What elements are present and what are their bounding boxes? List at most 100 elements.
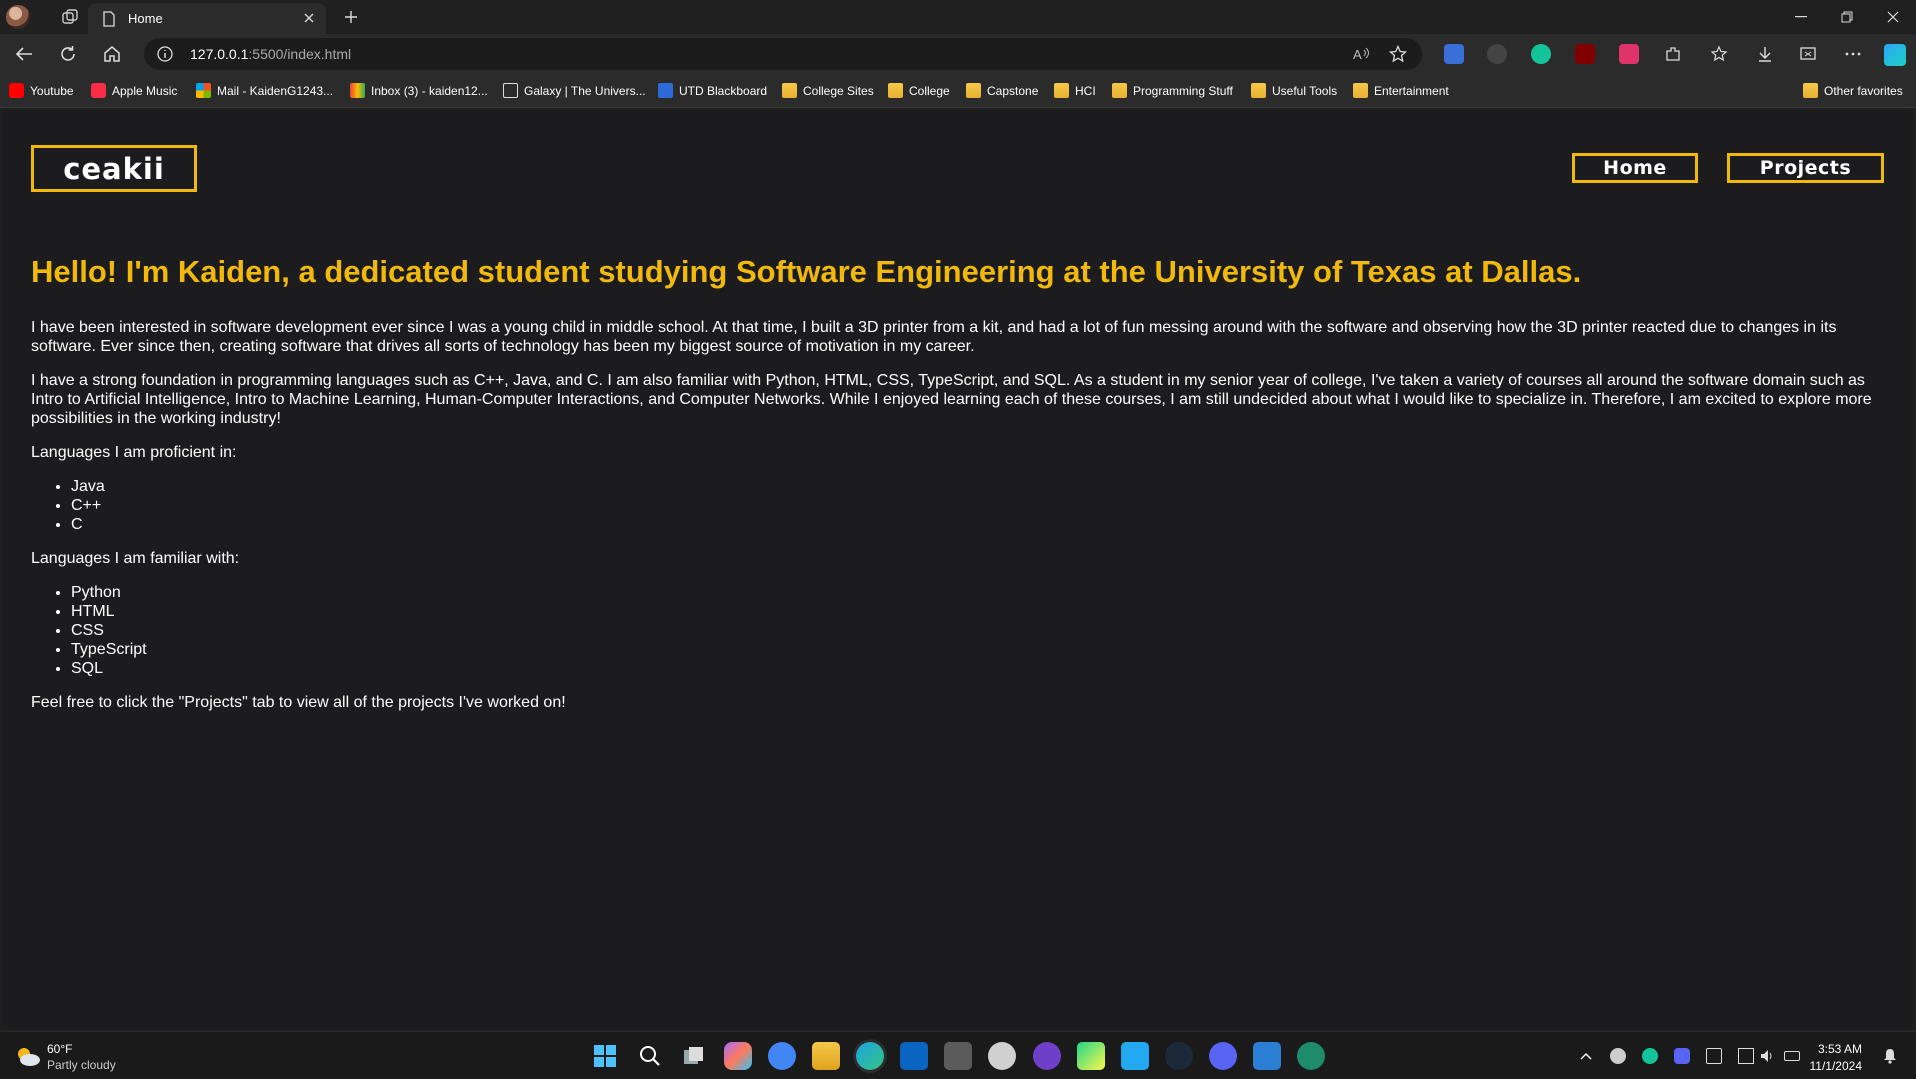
new-tab-icon[interactable] bbox=[338, 4, 364, 30]
favorite-label: Mail - KaidenG1243... bbox=[217, 83, 334, 98]
start-icon[interactable] bbox=[591, 1042, 619, 1070]
favorite-folder[interactable]: Capstone bbox=[966, 83, 1038, 98]
clock-date[interactable]: 11/1/2024 bbox=[1810, 1059, 1863, 1073]
copilot-icon[interactable] bbox=[1884, 44, 1906, 66]
chrome-icon[interactable] bbox=[768, 1042, 796, 1070]
favorites-icon[interactable] bbox=[1710, 44, 1730, 64]
list-item: TypeScript bbox=[71, 640, 1891, 659]
favorite-label: HCI bbox=[1075, 83, 1096, 98]
keyboard-icon[interactable] bbox=[1706, 1048, 1722, 1064]
proficient-heading: Languages I am proficient in: bbox=[31, 444, 237, 461]
home-icon[interactable] bbox=[98, 40, 126, 68]
document-icon bbox=[100, 10, 118, 28]
translate-extension-icon[interactable] bbox=[1444, 44, 1464, 64]
tray-app-icon[interactable] bbox=[1610, 1048, 1626, 1064]
refresh-icon[interactable] bbox=[54, 40, 82, 68]
github-icon[interactable] bbox=[1033, 1042, 1061, 1070]
address-bar[interactable]: 127.0.0.1:5500/index.html A bbox=[144, 38, 1422, 70]
back-icon[interactable] bbox=[10, 40, 38, 68]
settings-gear-icon[interactable] bbox=[1297, 1042, 1325, 1070]
site-logo[interactable]: ceakii bbox=[31, 145, 197, 192]
favorite-item[interactable]: UTD Blackboard bbox=[658, 83, 767, 98]
screenshot-icon[interactable] bbox=[1798, 44, 1818, 64]
favorite-folder[interactable]: Entertainment bbox=[1353, 83, 1449, 98]
app-icon[interactable] bbox=[988, 1042, 1016, 1070]
favorite-item[interactable]: Mail - KaidenG1243... bbox=[196, 83, 333, 98]
file-explorer-icon[interactable] bbox=[812, 1042, 840, 1070]
title-bar: Home bbox=[0, 0, 1916, 34]
favorite-folder[interactable]: HCI bbox=[1054, 83, 1096, 98]
site-info-icon[interactable] bbox=[156, 45, 174, 63]
search-icon[interactable] bbox=[636, 1042, 664, 1070]
task-view-icon[interactable] bbox=[680, 1042, 708, 1070]
incognito-extension-icon[interactable] bbox=[1487, 44, 1507, 64]
url-text[interactable]: 127.0.0.1:5500/index.html bbox=[190, 46, 351, 62]
steam-icon[interactable] bbox=[1165, 1042, 1193, 1070]
list-item: HTML bbox=[71, 602, 1891, 621]
folder-icon bbox=[1112, 83, 1127, 98]
favorite-folder[interactable]: College Sites bbox=[782, 83, 874, 98]
minimize-icon[interactable] bbox=[1778, 2, 1824, 32]
outlook-icon[interactable] bbox=[900, 1042, 928, 1070]
grammarly-tray-icon[interactable] bbox=[1642, 1048, 1658, 1064]
folder-icon bbox=[1054, 83, 1069, 98]
favorite-folder[interactable]: College bbox=[888, 83, 950, 98]
weather-icon[interactable] bbox=[14, 1042, 42, 1070]
taskbar: 60°F Partly cloudy 3:53 AM 11/1/2024 bbox=[0, 1031, 1916, 1079]
restore-icon[interactable] bbox=[1824, 2, 1870, 32]
folder-icon bbox=[1803, 83, 1818, 98]
network-icon[interactable] bbox=[1738, 1048, 1754, 1064]
nav-home-button[interactable]: Home bbox=[1572, 153, 1698, 183]
youtube-icon bbox=[9, 83, 24, 98]
list-item: Python bbox=[71, 583, 1891, 602]
read-aloud-icon[interactable]: A bbox=[1352, 44, 1372, 64]
downloads-icon[interactable] bbox=[1755, 44, 1775, 64]
favorite-label: Apple Music bbox=[112, 83, 178, 98]
edge-icon[interactable] bbox=[856, 1042, 884, 1070]
favorite-item[interactable]: Apple Music bbox=[91, 83, 177, 98]
extension-icon[interactable] bbox=[1619, 44, 1639, 64]
ublock-extension-icon[interactable] bbox=[1575, 44, 1595, 64]
volume-icon[interactable] bbox=[1760, 1048, 1776, 1064]
chevron-up-icon[interactable] bbox=[1578, 1048, 1594, 1064]
favorite-folder[interactable]: Programming Stuff bbox=[1112, 83, 1233, 98]
favorite-star-icon[interactable] bbox=[1388, 44, 1408, 64]
close-window-icon[interactable] bbox=[1870, 2, 1916, 32]
copilot-app-icon[interactable] bbox=[724, 1042, 752, 1070]
grammarly-extension-icon[interactable] bbox=[1531, 44, 1551, 64]
profile-avatar[interactable] bbox=[6, 5, 30, 29]
folder-icon bbox=[888, 83, 903, 98]
favorite-label: Galaxy | The Univers... bbox=[524, 83, 646, 98]
notification-bell-icon[interactable] bbox=[1882, 1048, 1898, 1064]
battery-icon[interactable] bbox=[1784, 1051, 1800, 1061]
calculator-icon[interactable] bbox=[944, 1042, 972, 1070]
active-tab[interactable]: Home bbox=[88, 3, 326, 34]
favorite-label: Useful Tools bbox=[1272, 83, 1338, 98]
nav-projects-button[interactable]: Projects bbox=[1727, 153, 1884, 183]
skills-paragraph: I have a strong foundation in programmin… bbox=[31, 372, 1872, 427]
favorite-item[interactable]: Galaxy | The Univers... bbox=[503, 83, 646, 98]
more-options-icon[interactable] bbox=[1843, 44, 1863, 64]
apple-music-icon bbox=[91, 83, 106, 98]
other-favorites-folder[interactable]: Other favorites bbox=[1803, 83, 1903, 98]
favorite-folder[interactable]: Useful Tools bbox=[1251, 83, 1337, 98]
list-item: Java bbox=[71, 477, 1891, 496]
app-icon[interactable] bbox=[1253, 1042, 1281, 1070]
vscode-icon[interactable] bbox=[1121, 1042, 1149, 1070]
discord-icon[interactable] bbox=[1209, 1042, 1237, 1070]
folder-icon bbox=[1353, 83, 1368, 98]
workspaces-icon[interactable] bbox=[56, 3, 84, 31]
browser-toolbar: 127.0.0.1:5500/index.html A bbox=[0, 34, 1916, 74]
list-item: SQL bbox=[71, 659, 1891, 678]
clock-time[interactable]: 3:53 AM bbox=[1818, 1042, 1862, 1056]
favorite-item[interactable]: Youtube bbox=[9, 83, 74, 98]
favorite-label: Entertainment bbox=[1374, 83, 1449, 98]
extensions-puzzle-icon[interactable] bbox=[1663, 44, 1683, 64]
list-item: C bbox=[71, 515, 1891, 534]
favorite-label: College bbox=[909, 83, 950, 98]
discord-tray-icon[interactable] bbox=[1674, 1048, 1690, 1064]
pycharm-icon[interactable] bbox=[1077, 1042, 1105, 1070]
folder-icon bbox=[1251, 83, 1266, 98]
close-tab-icon[interactable] bbox=[300, 9, 318, 27]
favorite-item[interactable]: Inbox (3) - kaiden12... bbox=[350, 83, 488, 98]
